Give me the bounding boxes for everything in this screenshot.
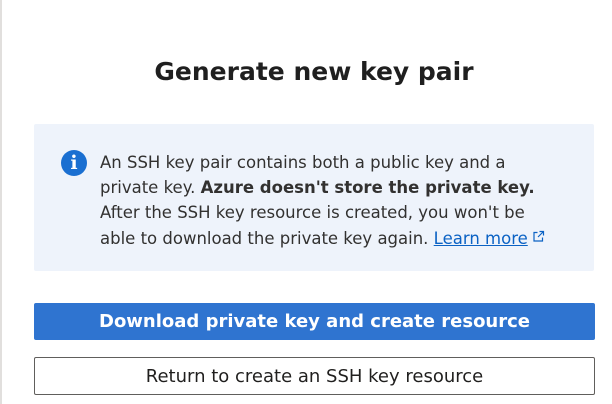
private-key-warning: Azure doesn't store the private key.: [200, 178, 535, 197]
info-line-2-text: private key.: [100, 178, 201, 197]
info-line-4-text: able to download the private key again.: [100, 229, 429, 248]
info-line-4: able to download the private key again. …: [100, 225, 582, 251]
info-line-2: private key. Azure doesn't store the pri…: [100, 175, 582, 200]
dialog-title: Generate new key pair: [154, 57, 474, 86]
return-to-create-button[interactable]: Return to create an SSH key resource: [34, 357, 595, 395]
external-link-icon: [532, 225, 545, 250]
info-line-1: An SSH key pair contains both a public k…: [100, 153, 506, 172]
info-icon: i: [61, 150, 87, 176]
info-message-bar: i An SSH key pair contains both a public…: [34, 124, 594, 271]
learn-more-link[interactable]: Learn more: [434, 229, 545, 248]
info-message-text: An SSH key pair contains both a public k…: [100, 150, 582, 251]
generate-key-pair-dialog: Generate new key pair i An SSH key pair …: [0, 0, 612, 404]
download-private-key-button[interactable]: Download private key and create resource: [34, 303, 595, 340]
info-line-3: After the SSH key resource is created, y…: [100, 203, 525, 222]
learn-more-label: Learn more: [433, 229, 528, 248]
